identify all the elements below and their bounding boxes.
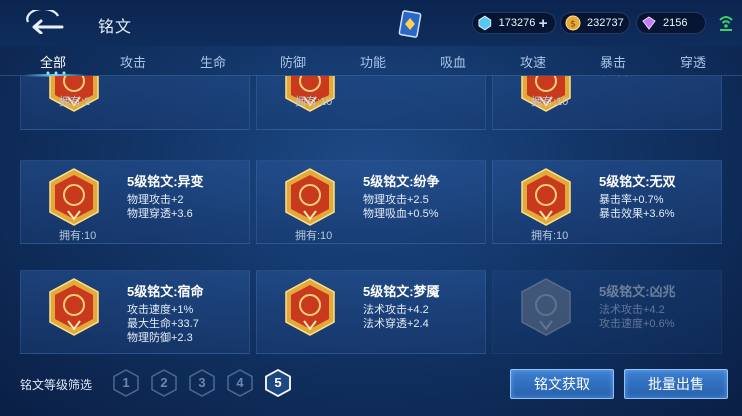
- rune-card[interactable]: 法术攻击+5.3拥有:10: [256, 76, 486, 130]
- level-filter-2-label: 2: [160, 375, 168, 390]
- rune-card[interactable]: 5级铭文:梦魇 法术攻击+4.2 法术穿透+2.4: [256, 270, 486, 354]
- rune-name: 5级铭文:无双: [599, 174, 676, 189]
- purple-diamond-icon: [642, 16, 656, 30]
- diamond-currency: 2156: [636, 12, 706, 34]
- gold-coin-icon: $: [565, 15, 581, 31]
- rune-card[interactable]: 5级铭文:纷争 物理攻击+2.5 物理吸血+0.5% 拥有:10: [256, 160, 486, 244]
- level-filter-4-label: 4: [236, 375, 244, 390]
- diamond-value: 2156: [663, 17, 688, 29]
- rune-attribute: 暴击率+0.5%: [599, 76, 664, 79]
- bulk-sell-button[interactable]: 批量出售: [624, 369, 728, 399]
- level-filter-1-label: 1: [122, 375, 130, 390]
- gold-currency: $ 232737: [560, 12, 630, 34]
- level-filter-label: 铭文等级筛选: [20, 378, 93, 392]
- rune-attribute: 物理防御+2.3: [127, 332, 193, 344]
- wifi-signal-icon: [719, 16, 733, 31]
- add-crystal-button[interactable]: +: [535, 15, 551, 32]
- rune-badge-icon: [285, 278, 335, 336]
- crystal-currency: 173276 +: [472, 12, 556, 34]
- rune-attribute: 物理穿透+3.6: [127, 208, 193, 220]
- rune-owned-count: 拥有:2: [59, 96, 91, 108]
- rune-card[interactable]: 5级铭文:凶兆 法术攻击+4.2 攻击速度+0.6%: [492, 270, 722, 354]
- rune-attribute: 法术穿透+2.4: [363, 318, 429, 330]
- rune-card[interactable]: 攻击速度+1.6%暴击率+0.5%拥有:10: [492, 76, 722, 130]
- level-filter-3[interactable]: 3: [188, 369, 216, 397]
- rune-card[interactable]: 5级铭文:无双 暴击率+0.7% 暴击效果+3.6% 拥有:10: [492, 160, 722, 244]
- tab-lifesteal[interactable]: 吸血: [440, 52, 466, 71]
- rune-book-icon[interactable]: [398, 9, 422, 39]
- crystal-value: 173276: [498, 17, 536, 29]
- gem-crystal-icon: [478, 15, 492, 31]
- level-filter-5-label: 5: [274, 375, 282, 390]
- tab-attack-speed[interactable]: 攻速: [520, 52, 546, 71]
- rune-badge-icon: [521, 278, 571, 336]
- tab-health[interactable]: 生命: [200, 52, 226, 71]
- rune-badge-icon: [49, 278, 99, 336]
- tab-attack[interactable]: 攻击: [120, 52, 146, 71]
- tab-indicator-icon: [46, 71, 66, 75]
- tab-defense[interactable]: 防御: [280, 52, 306, 71]
- rune-grid[interactable]: 物理攻击+3.2拥有:2法术攻击+5.3拥有:10攻击速度+1.6%暴击率+0.…: [20, 76, 722, 358]
- rune-card[interactable]: 5级铭文:异变 物理攻击+2 物理穿透+3.6 拥有:10: [20, 160, 250, 244]
- level-filter-5[interactable]: 5: [264, 368, 292, 398]
- tab-all[interactable]: 全部: [40, 52, 66, 71]
- rune-badge-icon: [521, 168, 571, 226]
- tab-critical[interactable]: 暴击: [600, 52, 626, 71]
- rune-acquire-button[interactable]: 铭文获取: [510, 369, 614, 399]
- tab-penetration[interactable]: 穿透: [680, 52, 706, 71]
- gold-value: 232737: [587, 17, 624, 29]
- level-filter-3-label: 3: [198, 375, 206, 390]
- rune-name: 5级铭文:宿命: [127, 284, 204, 299]
- level-filter-1[interactable]: 1: [112, 369, 140, 397]
- rune-owned-count: 拥有:10: [59, 230, 97, 242]
- svg-text:$: $: [570, 20, 576, 30]
- rune-name: 5级铭文:凶兆: [599, 284, 676, 299]
- back-arrow-icon[interactable]: [22, 10, 64, 34]
- category-tabs: 全部 攻击 生命 防御 功能 吸血 攻速 暴击 穿透: [0, 46, 742, 77]
- rune-name: 5级铭文:纷争: [363, 174, 440, 189]
- rune-attribute: 攻击速度+0.6%: [599, 318, 675, 330]
- tab-utility[interactable]: 功能: [360, 52, 386, 71]
- rune-owned-count: 拥有:10: [531, 230, 569, 242]
- page-title: 铭文: [98, 19, 133, 36]
- rune-card[interactable]: 5级铭文:宿命 攻击速度+1% 最大生命+33.7 物理防御+2.3: [20, 270, 250, 354]
- level-filter-4[interactable]: 4: [226, 369, 254, 397]
- rune-attribute: 物理吸血+0.5%: [363, 208, 439, 220]
- rune-name: 5级铭文:异变: [127, 174, 204, 189]
- top-bar: 铭文 173276 + $ 232737 2156: [0, 0, 742, 46]
- rune-card[interactable]: 物理攻击+3.2拥有:2: [20, 76, 250, 130]
- rune-badge-icon: [49, 168, 99, 226]
- rune-owned-count: 拥有:10: [531, 96, 569, 108]
- level-filter-2[interactable]: 2: [150, 369, 178, 397]
- rune-badge-icon: [285, 168, 335, 226]
- rune-name: 5级铭文:梦魇: [363, 284, 440, 299]
- rune-owned-count: 拥有:10: [295, 96, 333, 108]
- rune-attribute: 暴击效果+3.6%: [599, 208, 675, 220]
- rune-owned-count: 拥有:10: [295, 230, 333, 242]
